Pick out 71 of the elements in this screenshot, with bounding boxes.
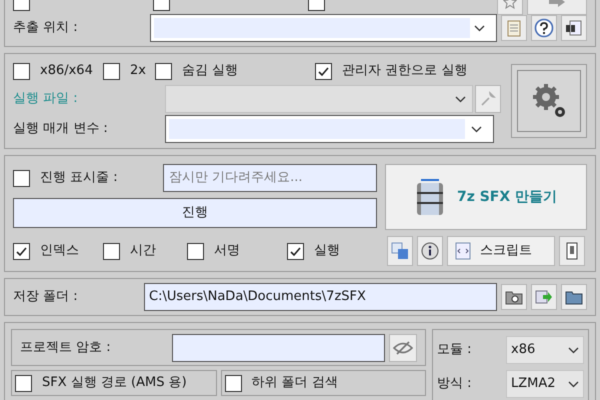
method-dropdown[interactable]: LZMA2 xyxy=(506,370,584,398)
checkbox-label: 실행 xyxy=(314,242,340,260)
chevron-icon xyxy=(568,346,579,354)
checkbox-label: x86/x64 xyxy=(40,62,93,80)
folder-button[interactable] xyxy=(561,284,587,310)
switch-icon xyxy=(566,242,578,260)
checkbox[interactable] xyxy=(155,62,172,80)
checkbox-label: 시간 xyxy=(130,242,156,260)
checkbox[interactable] xyxy=(224,374,242,392)
checkbox-label: SFX 실행 경로 (AMS 용) xyxy=(42,374,187,392)
check-icon xyxy=(15,244,28,258)
field-label: 저장 폴더 : xyxy=(13,288,79,306)
chevron-icon xyxy=(455,96,466,103)
field-label: 프로젝트 암호 : xyxy=(20,338,112,357)
checkbox[interactable] xyxy=(287,242,304,260)
chevron-icon xyxy=(471,126,482,133)
parameters-combobox[interactable] xyxy=(165,115,494,144)
make-sfx-button[interactable]: 7z SFX 만들기 xyxy=(385,164,587,230)
checkbox[interactable] xyxy=(315,62,332,80)
checkbox[interactable] xyxy=(15,374,32,392)
field-label: 추출 위치 : xyxy=(13,19,79,38)
save-folder-field[interactable]: C:\Users\NaDa\Documents\7zSFX xyxy=(144,283,497,311)
password-field[interactable] xyxy=(172,334,385,362)
check-icon xyxy=(317,64,330,78)
field-label: 모듈 : xyxy=(437,341,473,360)
clipboard-icon xyxy=(507,19,521,37)
checkbox[interactable] xyxy=(13,242,30,260)
browse-button[interactable] xyxy=(501,284,527,310)
show-password-button[interactable] xyxy=(389,334,417,362)
folder-icon xyxy=(565,289,583,305)
info-icon xyxy=(421,242,439,260)
wrench-icon xyxy=(480,91,496,108)
eye-slash-icon xyxy=(393,340,413,354)
checkbox[interactable] xyxy=(13,170,30,186)
checkbox[interactable] xyxy=(103,62,120,80)
progress-message-field[interactable]: 잠시만 기다려주세요... xyxy=(163,164,377,192)
language-icon xyxy=(391,242,409,260)
info-button[interactable] xyxy=(417,236,443,266)
checkbox-label: 관리자 권한으로 실행 xyxy=(342,62,468,80)
field-label: 실행 파일 : xyxy=(13,90,79,108)
extract-location-combobox[interactable] xyxy=(150,14,497,42)
chevron-icon xyxy=(474,24,485,32)
help-icon xyxy=(534,18,554,38)
gears-icon xyxy=(530,82,568,120)
script-icon xyxy=(454,242,472,260)
open-button[interactable] xyxy=(531,284,557,310)
checkbox-label: 인덱스 xyxy=(40,242,79,260)
field-label: 실행 매개 변수 : xyxy=(13,120,109,138)
checkbox-label: 진행 표시줄 : xyxy=(40,169,118,188)
checkbox-label: 하위 폴더 검색 xyxy=(252,374,338,392)
switch-button[interactable] xyxy=(559,236,585,266)
script-button[interactable]: 스크립트 xyxy=(447,236,555,266)
checkbox[interactable] xyxy=(187,242,204,260)
chevron-icon xyxy=(568,380,579,388)
field-label: 방식 : xyxy=(437,375,473,394)
check-icon xyxy=(289,244,302,258)
clipboard-button[interactable] xyxy=(501,15,527,41)
module-dropdown[interactable]: x86 xyxy=(506,336,584,364)
arrow-icon xyxy=(535,289,553,305)
checkbox[interactable] xyxy=(103,242,120,260)
archive-icon xyxy=(414,177,445,217)
dropdown-value: LZMA2 xyxy=(511,375,556,394)
help-button[interactable] xyxy=(531,15,557,41)
checkbox-label: 숨김 실행 xyxy=(182,62,238,80)
dropdown-value: x86 xyxy=(511,341,536,360)
progress-button[interactable]: 진행 xyxy=(13,198,377,228)
settings-button[interactable] xyxy=(511,64,587,138)
checkbox-label: 서명 xyxy=(214,242,240,260)
checkbox[interactable] xyxy=(13,62,30,80)
folder-search-icon xyxy=(505,289,523,305)
checkbox-label: 2x xyxy=(130,62,146,80)
